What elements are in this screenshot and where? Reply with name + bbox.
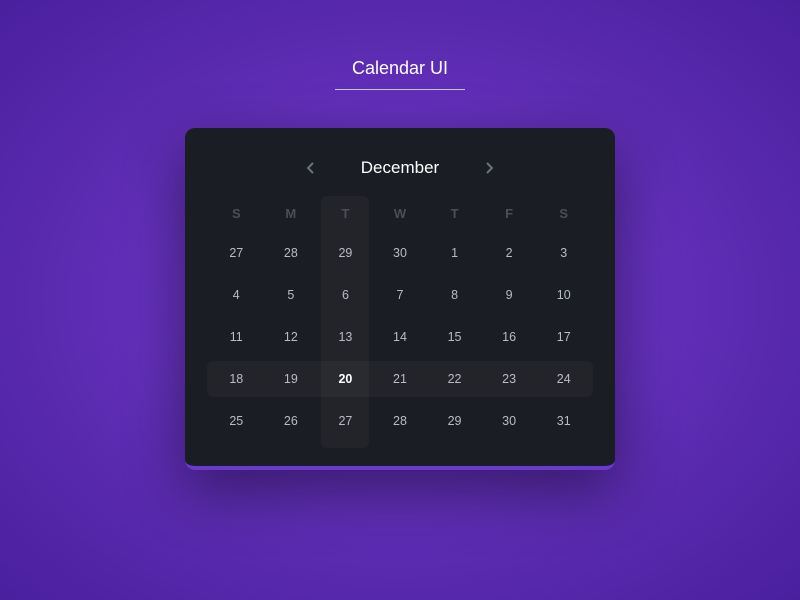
day-header: T	[427, 202, 482, 226]
date-cell[interactable]: 29	[318, 232, 373, 274]
month-navigation: December	[209, 156, 591, 180]
date-cell[interactable]: 30	[482, 400, 537, 442]
date-cell[interactable]: 15	[427, 316, 482, 358]
date-cell[interactable]: 10	[536, 274, 591, 316]
date-cell[interactable]: 16	[482, 316, 537, 358]
date-cell[interactable]: 9	[482, 274, 537, 316]
calendar-grid: S M T W T F S 27282930123456789101112131…	[209, 202, 591, 442]
date-cell[interactable]: 30	[373, 232, 428, 274]
date-cell[interactable]: 1	[427, 232, 482, 274]
date-cell[interactable]: 21	[373, 358, 428, 400]
day-headers-row: S M T W T F S	[209, 202, 591, 226]
date-cell[interactable]: 7	[373, 274, 428, 316]
day-header: M	[264, 202, 319, 226]
date-cell[interactable]: 28	[264, 232, 319, 274]
day-header: S	[536, 202, 591, 226]
chevron-right-icon	[485, 162, 493, 174]
chevron-left-icon	[307, 162, 315, 174]
date-cell[interactable]: 27	[209, 232, 264, 274]
date-cell[interactable]: 5	[264, 274, 319, 316]
date-cell[interactable]: 8	[427, 274, 482, 316]
date-cell[interactable]: 4	[209, 274, 264, 316]
dates-grid: 2728293012345678910111213141516171819202…	[209, 232, 591, 442]
month-label: December	[361, 158, 439, 178]
date-cell[interactable]: 26	[264, 400, 319, 442]
day-header: T	[318, 202, 373, 226]
date-cell[interactable]: 27	[318, 400, 373, 442]
date-cell[interactable]: 28	[373, 400, 428, 442]
page-title: Calendar UI	[335, 58, 465, 90]
date-cell[interactable]: 29	[427, 400, 482, 442]
next-month-button[interactable]	[479, 156, 499, 180]
date-cell[interactable]: 13	[318, 316, 373, 358]
date-cell[interactable]: 3	[536, 232, 591, 274]
date-cell[interactable]: 12	[264, 316, 319, 358]
date-cell[interactable]: 18	[209, 358, 264, 400]
date-cell[interactable]: 24	[536, 358, 591, 400]
prev-month-button[interactable]	[301, 156, 321, 180]
date-cell[interactable]: 22	[427, 358, 482, 400]
date-cell[interactable]: 20	[318, 358, 373, 400]
day-header: W	[373, 202, 428, 226]
date-cell[interactable]: 31	[536, 400, 591, 442]
day-header: F	[482, 202, 537, 226]
day-header: S	[209, 202, 264, 226]
calendar-card: December S M T W T F S 27282930123456789…	[185, 128, 615, 470]
date-cell[interactable]: 23	[482, 358, 537, 400]
date-cell[interactable]: 14	[373, 316, 428, 358]
date-cell[interactable]: 6	[318, 274, 373, 316]
date-cell[interactable]: 11	[209, 316, 264, 358]
date-cell[interactable]: 25	[209, 400, 264, 442]
date-cell[interactable]: 19	[264, 358, 319, 400]
date-cell[interactable]: 17	[536, 316, 591, 358]
date-cell[interactable]: 2	[482, 232, 537, 274]
